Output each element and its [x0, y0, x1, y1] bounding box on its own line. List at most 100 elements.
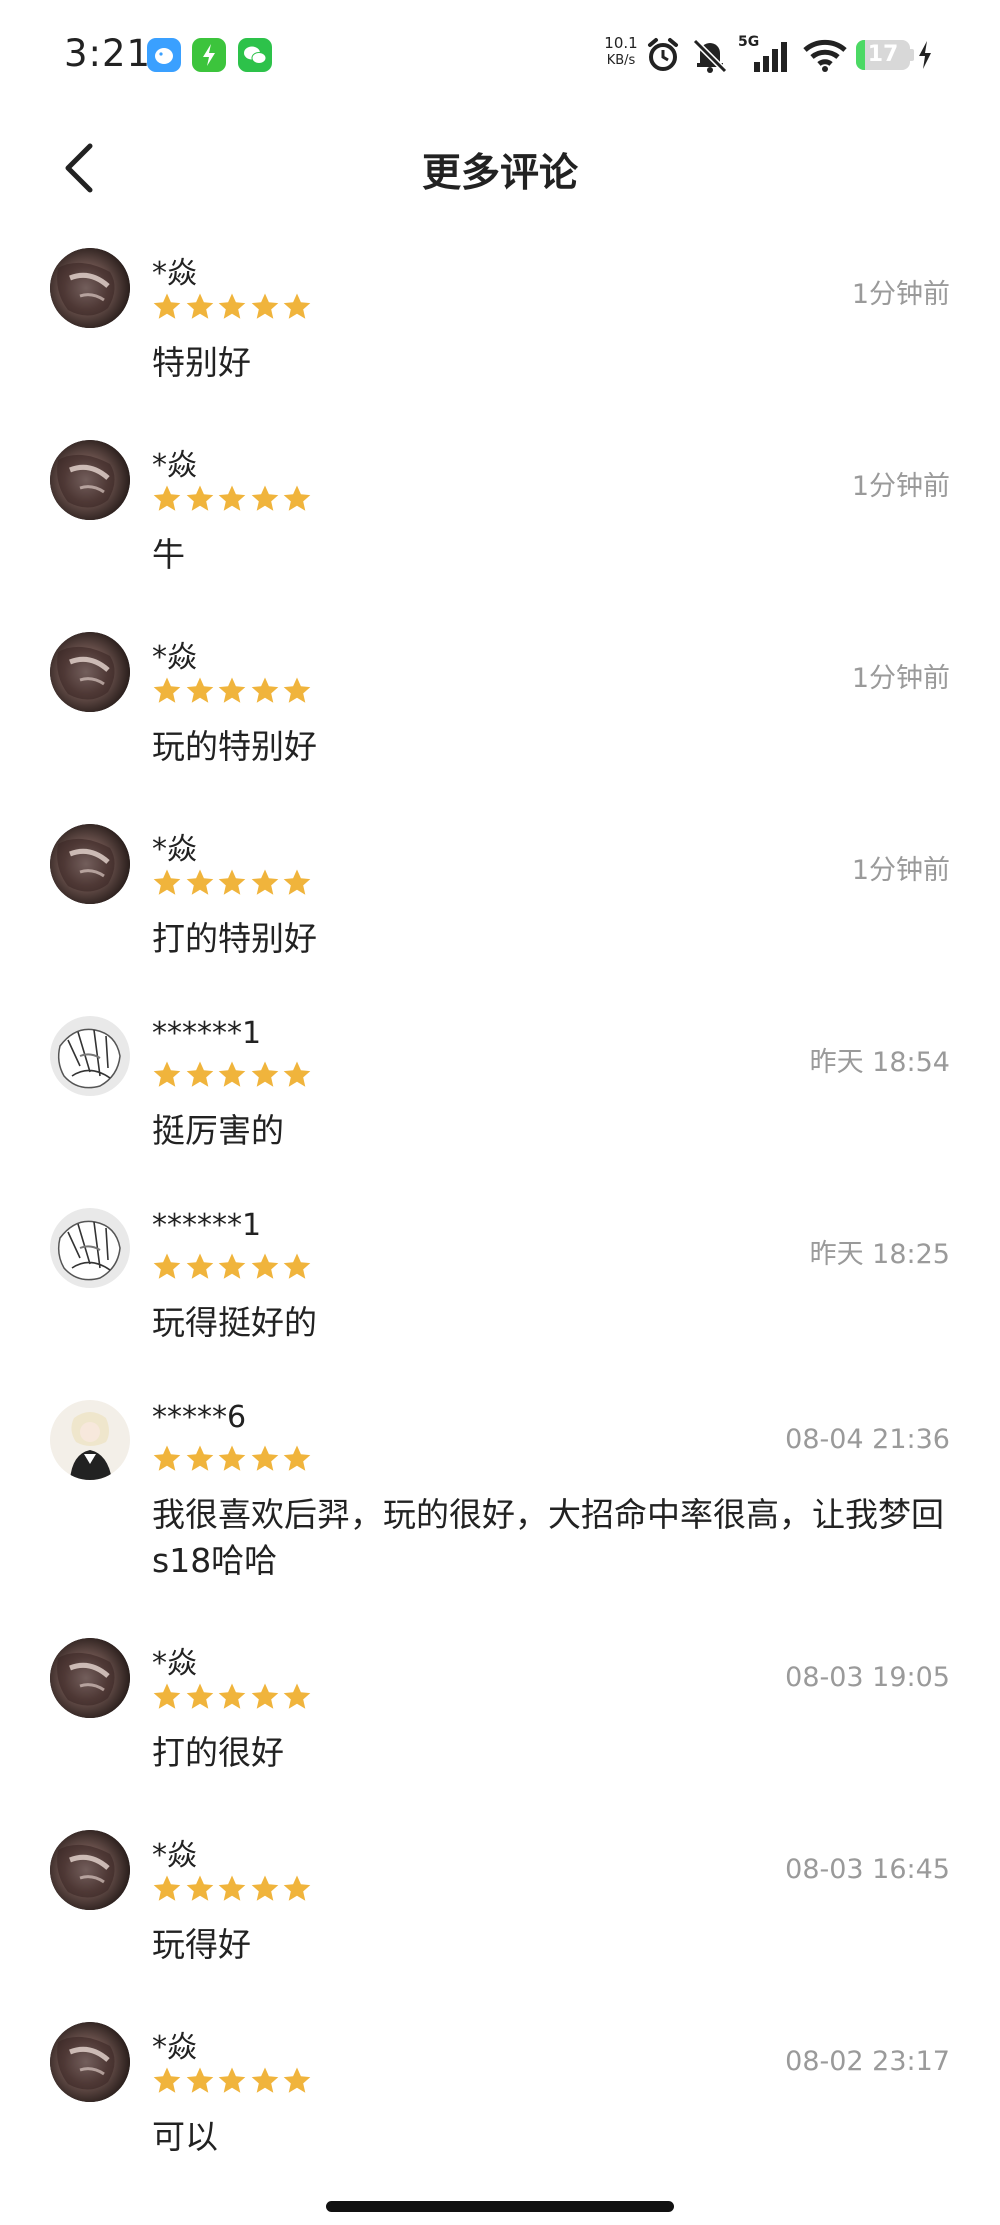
review-time: 1分钟前 [851, 279, 950, 310]
star-rating [152, 2066, 315, 2096]
star-icon [250, 2066, 280, 2096]
star-icon [152, 1874, 182, 1904]
review-time: 昨天 18:25 [809, 1239, 950, 1270]
battery-icon: 17 [856, 40, 910, 70]
battery-cap [910, 49, 914, 61]
star-icon [282, 1874, 312, 1904]
review-username: *****6 [152, 1400, 247, 1435]
star-icon [250, 1682, 280, 1712]
star-icon [250, 676, 280, 706]
star-icon [185, 484, 215, 514]
star-icon [185, 868, 215, 898]
star-rating [152, 676, 315, 706]
review-item[interactable]: *焱 1分钟前 玩的特别好 [0, 606, 1000, 796]
star-icon [185, 676, 215, 706]
review-text: 打的特别好 [152, 919, 317, 958]
star-icon [217, 1060, 247, 1090]
review-time: 08-02 23:17 [785, 2046, 950, 2077]
charging-icon [919, 41, 931, 69]
review-username: *焱 [152, 256, 197, 291]
review-text: 玩的特别好 [152, 727, 317, 766]
alarm-icon [648, 38, 678, 71]
home-indicator[interactable] [326, 2201, 674, 2212]
avatar[interactable] [50, 1638, 130, 1718]
battery-level: 17 [867, 42, 899, 67]
star-icon [217, 1682, 247, 1712]
star-icon [152, 292, 182, 322]
star-rating [152, 1252, 315, 1282]
star-icon [282, 1060, 312, 1090]
review-username: *焱 [152, 832, 197, 867]
review-time: 昨天 18:54 [809, 1047, 950, 1078]
review-item[interactable]: *焱 08-02 23:17 可以 [0, 1996, 1000, 2186]
star-icon [282, 484, 312, 514]
star-rating [152, 868, 315, 898]
review-text: 牛 [152, 535, 185, 574]
review-username: *焱 [152, 1838, 197, 1873]
star-rating [152, 1444, 315, 1474]
network-speed-value: 10.1 [604, 34, 638, 52]
star-icon [250, 1444, 280, 1474]
star-icon [217, 868, 247, 898]
star-icon [282, 1444, 312, 1474]
review-text: 挺厉害的 [152, 1111, 284, 1150]
review-item[interactable]: *****6 08-04 21:36 我很喜欢后羿，玩的很好，大招命中率很高，让我梦… [0, 1374, 1000, 1580]
review-username: *焱 [152, 448, 197, 483]
avatar[interactable] [50, 1830, 130, 1910]
star-icon [282, 676, 312, 706]
review-username: *焱 [152, 640, 197, 675]
review-time: 08-03 19:05 [785, 1662, 950, 1693]
avatar[interactable] [50, 440, 130, 520]
avatar[interactable] [50, 824, 130, 904]
review-username: ******1 [152, 1016, 262, 1051]
page-title: 更多评论 [421, 151, 578, 196]
star-icon [185, 2066, 215, 2096]
network-speed: 10.1 KB/s [598, 34, 644, 70]
star-icon [282, 292, 312, 322]
review-time: 1分钟前 [851, 471, 950, 502]
star-icon [152, 1252, 182, 1282]
avatar[interactable] [50, 632, 130, 712]
wifi-icon [803, 39, 847, 72]
star-icon [250, 1252, 280, 1282]
review-item[interactable]: *焱 1分钟前 特别好 [0, 222, 1000, 412]
star-icon [185, 1682, 215, 1712]
review-time: 1分钟前 [851, 855, 950, 886]
review-item[interactable]: *焱 1分钟前牛 [0, 414, 1000, 604]
star-icon [185, 1874, 215, 1904]
review-username: *焱 [152, 2030, 197, 2065]
review-item[interactable]: ******1 昨天 18:54 挺厉害的 [0, 990, 1000, 1180]
star-icon [185, 1444, 215, 1474]
star-icon [185, 1060, 215, 1090]
star-icon [250, 868, 280, 898]
avatar[interactable] [50, 1400, 130, 1480]
avatar[interactable] [50, 1208, 130, 1288]
review-text: 可以 [152, 2117, 218, 2156]
avatar[interactable] [50, 2022, 130, 2102]
star-rating [152, 1874, 315, 1904]
star-icon [250, 484, 280, 514]
avatar[interactable] [50, 248, 130, 328]
review-username: *焱 [152, 1646, 197, 1681]
avatar[interactable] [50, 1016, 130, 1096]
review-text: 打的很好 [152, 1733, 284, 1772]
review-item[interactable]: ******1 昨天 18:25 玩得挺好的 [0, 1182, 1000, 1372]
star-icon [282, 1252, 312, 1282]
network-speed-unit: KB/s [606, 53, 636, 68]
review-text: 我很喜欢后羿，玩的很好，大招命中率很高，让我梦回s18哈哈 [152, 1495, 944, 1580]
review-item[interactable]: *焱 1分钟前打的特别好 [0, 798, 1000, 988]
star-icon [152, 1444, 182, 1474]
star-icon [217, 484, 247, 514]
star-icon [250, 292, 280, 322]
review-item[interactable]: *焱 08-03 16:45 玩得好 [0, 1804, 1000, 1994]
review-item[interactable]: *焱 08-03 19:05 打的很好 [0, 1612, 1000, 1802]
star-icon [217, 1444, 247, 1474]
star-rating [152, 1682, 315, 1712]
review-text: 玩得挺好的 [152, 1303, 317, 1342]
star-icon [250, 1874, 280, 1904]
star-icon [152, 868, 182, 898]
cell-signal-icon [754, 42, 787, 72]
review-time: 08-04 21:36 [785, 1424, 950, 1455]
star-icon [152, 676, 182, 706]
mute-bell-icon [692, 38, 728, 74]
